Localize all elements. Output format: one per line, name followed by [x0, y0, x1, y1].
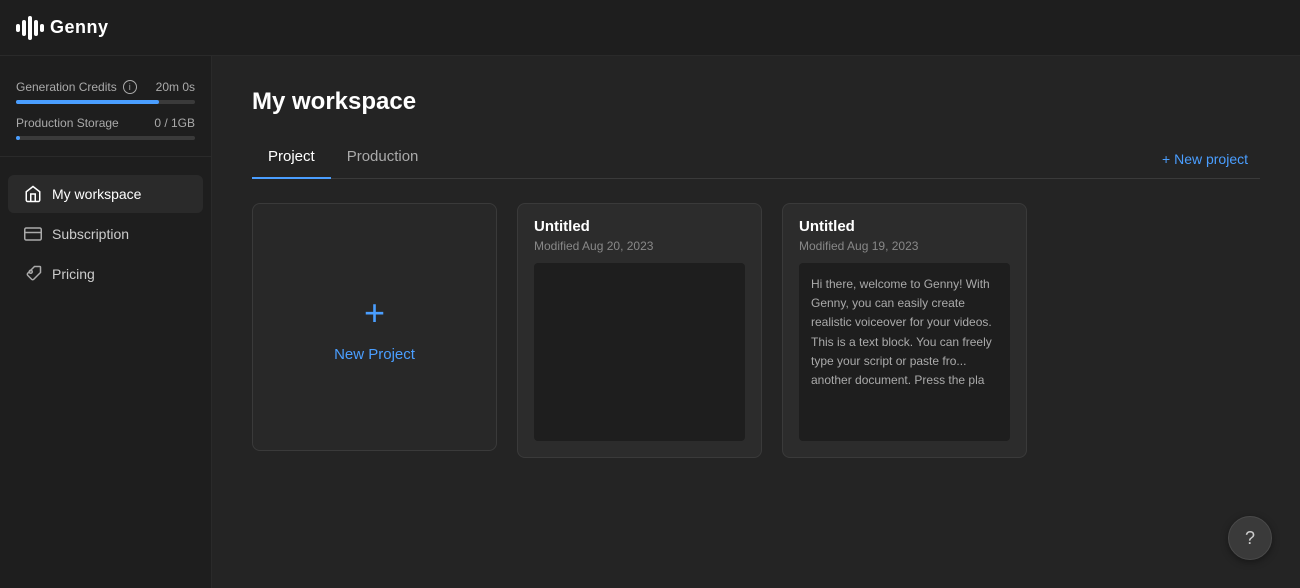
credits-value: 20m 0s	[156, 80, 195, 94]
project-card-2[interactable]: Untitled Modified Aug 19, 2023 Hi there,…	[782, 203, 1027, 458]
help-button[interactable]: ?	[1228, 516, 1272, 560]
credits-label: Generation Credits i	[16, 80, 137, 94]
credits-label-text: Generation Credits	[16, 80, 117, 94]
new-project-card-label: New Project	[334, 346, 415, 363]
storage-row: Production Storage 0 / 1GB	[16, 116, 195, 130]
tab-project[interactable]: Project	[252, 140, 331, 179]
card-preview-2: Hi there, welcome to Genny! With Genny, …	[799, 263, 1010, 441]
credits-section: Generation Credits i 20m 0s Production S…	[0, 72, 211, 157]
content-area: My workspace Project Production + New pr…	[212, 56, 1300, 588]
card-title-2: Untitled	[799, 218, 1010, 235]
sidebar-item-label-pricing: Pricing	[52, 266, 95, 282]
sidebar-item-label-my-workspace: My workspace	[52, 186, 141, 202]
card-preview-1	[534, 263, 745, 441]
sidebar: Generation Credits i 20m 0s Production S…	[0, 56, 212, 588]
card-date-2: Modified Aug 19, 2023	[799, 239, 1010, 253]
card-header-2: Untitled Modified Aug 19, 2023	[783, 204, 1026, 263]
storage-value: 0 / 1GB	[154, 116, 195, 130]
page-title: My workspace	[252, 88, 1260, 116]
credit-card-icon	[24, 225, 42, 243]
new-project-card[interactable]: + New Project	[252, 203, 497, 451]
card-title-1: Untitled	[534, 218, 745, 235]
cards-grid: + New Project Untitled Modified Aug 20, …	[252, 203, 1260, 458]
credits-row: Generation Credits i 20m 0s	[16, 80, 195, 94]
sidebar-item-pricing[interactable]: Pricing	[8, 255, 203, 293]
sidebar-item-label-subscription: Subscription	[52, 226, 129, 242]
sidebar-item-my-workspace[interactable]: My workspace	[8, 175, 203, 213]
storage-label: Production Storage	[16, 116, 119, 130]
tag-icon	[24, 265, 42, 283]
storage-progress-bar	[16, 136, 195, 140]
logo-icon	[16, 16, 44, 40]
tabs: Project Production + New project	[252, 140, 1260, 179]
logo-text: Genny	[50, 17, 109, 38]
tabs-left: Project Production	[252, 140, 434, 178]
header: Genny	[0, 0, 1300, 56]
project-card-1[interactable]: Untitled Modified Aug 20, 2023	[517, 203, 762, 458]
nav-items: My workspace Subscription	[0, 165, 211, 572]
home-icon	[24, 185, 42, 203]
plus-icon: +	[364, 292, 385, 334]
info-icon[interactable]: i	[123, 80, 137, 94]
sidebar-item-subscription[interactable]: Subscription	[8, 215, 203, 253]
storage-progress-fill	[16, 136, 20, 140]
credits-progress-fill	[16, 100, 159, 104]
new-project-button[interactable]: + New project	[1150, 145, 1260, 173]
card-date-1: Modified Aug 20, 2023	[534, 239, 745, 253]
tab-production[interactable]: Production	[331, 140, 435, 179]
credits-progress-bar	[16, 100, 195, 104]
logo[interactable]: Genny	[16, 16, 109, 40]
main-layout: Generation Credits i 20m 0s Production S…	[0, 56, 1300, 588]
card-header-1: Untitled Modified Aug 20, 2023	[518, 204, 761, 263]
